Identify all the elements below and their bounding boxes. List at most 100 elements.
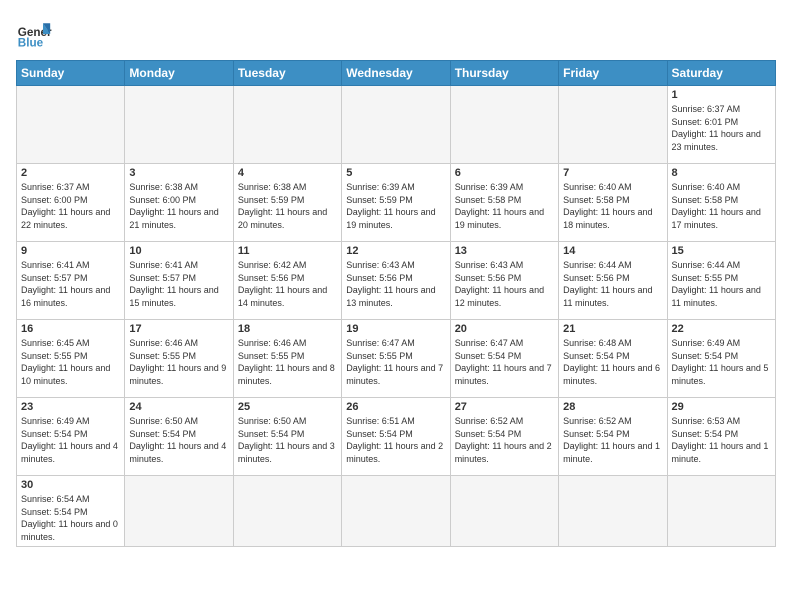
day-number: 24	[129, 401, 228, 413]
calendar-cell: 22Sunrise: 6:49 AMSunset: 5:54 PMDayligh…	[667, 320, 775, 398]
day-number: 25	[238, 401, 337, 413]
calendar-cell	[125, 86, 233, 164]
week-row-3: 16Sunrise: 6:45 AMSunset: 5:55 PMDayligh…	[17, 320, 776, 398]
day-info: Sunrise: 6:47 AMSunset: 5:54 PMDaylight:…	[455, 337, 554, 387]
day-info: Sunrise: 6:38 AMSunset: 6:00 PMDaylight:…	[129, 181, 228, 231]
day-number: 19	[346, 323, 445, 335]
calendar-cell: 2Sunrise: 6:37 AMSunset: 6:00 PMDaylight…	[17, 164, 125, 242]
day-info: Sunrise: 6:46 AMSunset: 5:55 PMDaylight:…	[238, 337, 337, 387]
week-row-5: 30 Sunrise: 6:54 AMSunset: 5:54 PMDayligh…	[17, 476, 776, 547]
weekday-header-monday: Monday	[125, 61, 233, 86]
weekday-header-tuesday: Tuesday	[233, 61, 341, 86]
weekday-header-thursday: Thursday	[450, 61, 558, 86]
day-number: 16	[21, 323, 120, 335]
calendar-table: SundayMondayTuesdayWednesdayThursdayFrid…	[16, 60, 776, 547]
calendar-cell: 21 Sunrise: 6:48 AMSunset: 5:54 PMDayligh…	[559, 320, 667, 398]
day-number: 21	[563, 323, 662, 335]
day-info: Sunrise: 6:54 AMSunset: 5:54 PMDaylight:…	[21, 493, 120, 543]
calendar-cell: 10Sunrise: 6:41 AMSunset: 5:57 PMDayligh…	[125, 242, 233, 320]
logo: General Blue	[16, 16, 52, 52]
day-number: 30	[21, 479, 120, 491]
day-info: Sunrise: 6:52 AMSunset: 5:54 PMDaylight:…	[563, 415, 662, 465]
weekday-header-friday: Friday	[559, 61, 667, 86]
calendar-cell: 12Sunrise: 6:43 AMSunset: 5:56 PMDayligh…	[342, 242, 450, 320]
calendar-cell: 18 Sunrise: 6:46 AMSunset: 5:55 PMDayligh…	[233, 320, 341, 398]
day-number: 17	[129, 323, 228, 335]
calendar-cell: 13 Sunrise: 6:43 AMSunset: 5:56 PMDayligh…	[450, 242, 558, 320]
calendar-cell	[667, 476, 775, 547]
calendar-cell	[342, 476, 450, 547]
calendar-cell: 15 Sunrise: 6:44 AMSunset: 5:55 PMDayligh…	[667, 242, 775, 320]
day-info: Sunrise: 6:40 AMSunset: 5:58 PMDaylight:…	[563, 181, 662, 231]
day-number: 4	[238, 167, 337, 179]
calendar-cell: 1 Sunrise: 6:37 AMSunset: 6:01 PMDaylight…	[667, 86, 775, 164]
day-info: Sunrise: 6:40 AMSunset: 5:58 PMDaylight:…	[672, 181, 771, 231]
day-number: 1	[672, 89, 771, 101]
day-info: Sunrise: 6:42 AMSunset: 5:56 PMDaylight:…	[238, 259, 337, 309]
calendar-cell: 19 Sunrise: 6:47 AMSunset: 5:55 PMDayligh…	[342, 320, 450, 398]
day-number: 13	[455, 245, 554, 257]
day-info: Sunrise: 6:51 AMSunset: 5:54 PMDaylight:…	[346, 415, 445, 465]
day-number: 2	[21, 167, 120, 179]
day-number: 11	[238, 245, 337, 257]
day-number: 6	[455, 167, 554, 179]
calendar-cell: 29Sunrise: 6:53 AMSunset: 5:54 PMDayligh…	[667, 398, 775, 476]
week-row-0: 1 Sunrise: 6:37 AMSunset: 6:01 PMDaylight…	[17, 86, 776, 164]
day-number: 15	[672, 245, 771, 257]
day-number: 5	[346, 167, 445, 179]
day-info: Sunrise: 6:47 AMSunset: 5:55 PMDaylight:…	[346, 337, 445, 387]
svg-text:Blue: Blue	[18, 37, 44, 50]
day-info: Sunrise: 6:53 AMSunset: 5:54 PMDaylight:…	[672, 415, 771, 465]
calendar-cell	[559, 86, 667, 164]
calendar-cell: 25 Sunrise: 6:50 AMSunset: 5:54 PMDayligh…	[233, 398, 341, 476]
calendar-cell: 14Sunrise: 6:44 AMSunset: 5:56 PMDayligh…	[559, 242, 667, 320]
day-info: Sunrise: 6:49 AMSunset: 5:54 PMDaylight:…	[21, 415, 120, 465]
calendar-cell: 17 Sunrise: 6:46 AMSunset: 5:55 PMDayligh…	[125, 320, 233, 398]
calendar-cell	[233, 476, 341, 547]
day-info: Sunrise: 6:50 AMSunset: 5:54 PMDaylight:…	[129, 415, 228, 465]
day-info: Sunrise: 6:37 AMSunset: 6:01 PMDaylight:…	[672, 103, 771, 153]
day-number: 18	[238, 323, 337, 335]
day-info: Sunrise: 6:43 AMSunset: 5:56 PMDaylight:…	[346, 259, 445, 309]
calendar-cell: 8Sunrise: 6:40 AMSunset: 5:58 PMDaylight…	[667, 164, 775, 242]
weekday-header-sunday: Sunday	[17, 61, 125, 86]
calendar-cell	[559, 476, 667, 547]
day-number: 10	[129, 245, 228, 257]
weekday-header-row: SundayMondayTuesdayWednesdayThursdayFrid…	[17, 61, 776, 86]
page-header: General Blue	[16, 16, 776, 52]
calendar-cell: 6 Sunrise: 6:39 AMSunset: 5:58 PMDaylight…	[450, 164, 558, 242]
day-info: Sunrise: 6:46 AMSunset: 5:55 PMDaylight:…	[129, 337, 228, 387]
calendar-cell	[17, 86, 125, 164]
calendar-cell: 20 Sunrise: 6:47 AMSunset: 5:54 PMDayligh…	[450, 320, 558, 398]
day-info: Sunrise: 6:48 AMSunset: 5:54 PMDaylight:…	[563, 337, 662, 387]
calendar-cell: 23 Sunrise: 6:49 AMSunset: 5:54 PMDayligh…	[17, 398, 125, 476]
day-info: Sunrise: 6:44 AMSunset: 5:55 PMDaylight:…	[672, 259, 771, 309]
calendar-cell: 26 Sunrise: 6:51 AMSunset: 5:54 PMDayligh…	[342, 398, 450, 476]
day-number: 26	[346, 401, 445, 413]
calendar-cell: 30 Sunrise: 6:54 AMSunset: 5:54 PMDayligh…	[17, 476, 125, 547]
day-number: 14	[563, 245, 662, 257]
calendar-cell: 27Sunrise: 6:52 AMSunset: 5:54 PMDayligh…	[450, 398, 558, 476]
day-info: Sunrise: 6:38 AMSunset: 5:59 PMDaylight:…	[238, 181, 337, 231]
day-info: Sunrise: 6:39 AMSunset: 5:59 PMDaylight:…	[346, 181, 445, 231]
calendar-cell	[450, 476, 558, 547]
day-info: Sunrise: 6:39 AMSunset: 5:58 PMDaylight:…	[455, 181, 554, 231]
calendar-cell	[450, 86, 558, 164]
day-info: Sunrise: 6:50 AMSunset: 5:54 PMDaylight:…	[238, 415, 337, 465]
week-row-2: 9 Sunrise: 6:41 AMSunset: 5:57 PMDaylight…	[17, 242, 776, 320]
calendar-cell: 24 Sunrise: 6:50 AMSunset: 5:54 PMDayligh…	[125, 398, 233, 476]
calendar-cell: 3 Sunrise: 6:38 AMSunset: 6:00 PMDaylight…	[125, 164, 233, 242]
day-number: 23	[21, 401, 120, 413]
day-info: Sunrise: 6:41 AMSunset: 5:57 PMDaylight:…	[21, 259, 120, 309]
calendar-cell: 9 Sunrise: 6:41 AMSunset: 5:57 PMDaylight…	[17, 242, 125, 320]
day-number: 9	[21, 245, 120, 257]
day-number: 20	[455, 323, 554, 335]
logo-icon: General Blue	[16, 16, 52, 52]
day-number: 3	[129, 167, 228, 179]
calendar-cell: 7Sunrise: 6:40 AMSunset: 5:58 PMDaylight…	[559, 164, 667, 242]
calendar-cell: 4 Sunrise: 6:38 AMSunset: 5:59 PMDaylight…	[233, 164, 341, 242]
day-info: Sunrise: 6:43 AMSunset: 5:56 PMDaylight:…	[455, 259, 554, 309]
day-info: Sunrise: 6:49 AMSunset: 5:54 PMDaylight:…	[672, 337, 771, 387]
calendar-cell: 11 Sunrise: 6:42 AMSunset: 5:56 PMDayligh…	[233, 242, 341, 320]
day-info: Sunrise: 6:52 AMSunset: 5:54 PMDaylight:…	[455, 415, 554, 465]
